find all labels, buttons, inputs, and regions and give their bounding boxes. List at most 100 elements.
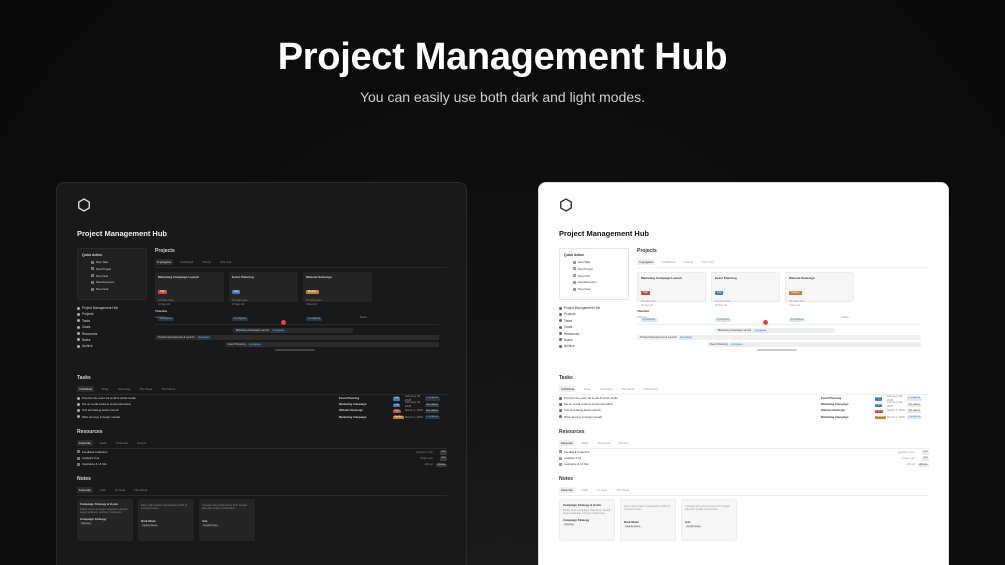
tab-priority[interactable]: Priority bbox=[682, 259, 695, 265]
page-icon bbox=[77, 306, 80, 310]
note-card[interactable]: Increase ads performance from Google Ads… bbox=[199, 499, 255, 542]
tab-in-progress[interactable]: In progress bbox=[155, 259, 173, 265]
checkbox-icon[interactable] bbox=[559, 396, 562, 400]
timeline-bar[interactable]: Product Development & Launch Not started bbox=[155, 335, 439, 340]
tab-ideas[interactable]: Ideas bbox=[98, 440, 109, 446]
timeline-bar[interactable]: Event Planning In progress bbox=[225, 342, 439, 347]
nav-item-hub[interactable]: Project Management Hub bbox=[559, 306, 629, 310]
tab-this-week[interactable]: This Week bbox=[619, 386, 636, 392]
nav-item-projects[interactable]: Projects bbox=[77, 312, 147, 316]
tab-favourite[interactable]: Favourite bbox=[77, 487, 93, 494]
add-icon bbox=[91, 267, 94, 271]
resource-row[interactable]: Inspiration & UI Kits ui8.net Website bbox=[559, 461, 929, 467]
project-card[interactable]: Event Planning Low 1/4 tasks done 25 day… bbox=[711, 272, 780, 322]
nav-item-tasks[interactable]: Tasks bbox=[77, 319, 147, 323]
quick-action-new-goal[interactable]: New Goal bbox=[573, 287, 624, 291]
nav-item-goals[interactable]: Goals bbox=[559, 325, 629, 329]
tab-this-week[interactable]: This Week bbox=[614, 487, 631, 493]
nav-item-resources[interactable]: Resources bbox=[559, 332, 629, 336]
note-text: Dark mode feature requested by 20% of su… bbox=[141, 503, 187, 511]
tab-favourite[interactable]: Favourite bbox=[559, 487, 575, 494]
tab-on-hold[interactable]: On Hold bbox=[113, 487, 127, 493]
timeline-bar[interactable]: Product Development & Launch Not started bbox=[637, 335, 921, 340]
nav-item-archive[interactable]: Archive bbox=[77, 344, 147, 348]
resource-row[interactable]: Inspiration & UI Kits ui8.net Website bbox=[77, 461, 447, 467]
nav-item-goals[interactable]: Goals bbox=[77, 325, 147, 329]
quick-action-new-project[interactable]: New Project bbox=[91, 267, 142, 271]
tab-draft[interactable]: Draft bbox=[98, 487, 108, 493]
tab-favourite[interactable]: Favourite bbox=[77, 439, 93, 446]
timeline-bar[interactable]: Marketing Campaign Launch In progress bbox=[233, 328, 353, 333]
quick-action-new-goal[interactable]: New Goal bbox=[91, 287, 142, 291]
tab-recent[interactable]: Recent bbox=[617, 440, 630, 446]
checkbox-icon[interactable] bbox=[77, 396, 80, 400]
note-title: Campaign Strategy bbox=[80, 517, 107, 522]
quick-action-new-note[interactable]: New Note bbox=[91, 274, 142, 278]
quick-action-new-resource[interactable]: New Resource bbox=[91, 280, 142, 284]
tab-this-week[interactable]: This Week bbox=[132, 487, 149, 493]
tab-unfinished[interactable]: Unfinished bbox=[559, 386, 577, 392]
checkbox-icon[interactable] bbox=[559, 402, 562, 406]
quick-action-new-task[interactable]: New Task bbox=[91, 260, 142, 264]
tab-unfinished[interactable]: Unfinished bbox=[178, 259, 195, 265]
nav-item-notes[interactable]: Notes bbox=[77, 338, 147, 342]
project-card[interactable]: Website Redesign Medium 3/5 tasks done 9… bbox=[785, 272, 854, 322]
timeline-scrollbar[interactable] bbox=[275, 349, 315, 351]
tab-unfinished[interactable]: Unfinished bbox=[77, 386, 95, 392]
nav-item-resources[interactable]: Resources bbox=[77, 332, 147, 336]
tab-recent[interactable]: Recent bbox=[135, 440, 148, 446]
checkbox-icon[interactable] bbox=[559, 415, 562, 419]
tab-to-review[interactable]: To Review bbox=[114, 440, 131, 446]
quick-action-new-resource[interactable]: New Resource bbox=[573, 280, 624, 284]
nav-item-archive[interactable]: Archive bbox=[559, 344, 629, 348]
page-icon bbox=[559, 338, 562, 342]
tab-favourite[interactable]: Favourite bbox=[559, 439, 575, 446]
tab-this-week[interactable]: This Week bbox=[137, 386, 154, 392]
checkbox-icon[interactable] bbox=[77, 402, 80, 406]
task-row[interactable]: Write ad copy & design visuals Marketing … bbox=[77, 414, 447, 420]
tab-upcoming[interactable]: Upcoming bbox=[598, 386, 615, 392]
tab-to-review[interactable]: To Review bbox=[596, 440, 613, 446]
timeline-bar[interactable]: Event Planning In progress bbox=[707, 342, 921, 347]
task-row[interactable]: Write ad copy & design visuals Marketing … bbox=[559, 414, 929, 420]
tab-upcoming[interactable]: Upcoming bbox=[116, 386, 133, 392]
tab-draft[interactable]: Draft bbox=[580, 487, 590, 493]
hero-subtitle: You can easily use both dark and light m… bbox=[359, 89, 646, 105]
tab-ideas[interactable]: Ideas bbox=[580, 440, 591, 446]
tab-today[interactable]: Today bbox=[99, 386, 110, 392]
tab-this-year[interactable]: This Year bbox=[218, 259, 234, 265]
tab-this-year[interactable]: This Year bbox=[700, 259, 716, 265]
quick-action-new-task[interactable]: New Task bbox=[573, 260, 624, 264]
nav-item-notes[interactable]: Notes bbox=[559, 338, 629, 342]
timeline-scrollbar[interactable] bbox=[757, 349, 797, 351]
project-card[interactable]: Marketing Campaign Launch High 2/5 tasks… bbox=[155, 272, 224, 321]
add-icon bbox=[91, 260, 94, 264]
project-card[interactable]: Marketing Campaign Launch High 2/5 tasks… bbox=[637, 272, 706, 322]
tab-in-progress[interactable]: In progress bbox=[637, 259, 655, 265]
note-text: Increase ads performance from Google Ads… bbox=[202, 503, 248, 511]
tab-unfinished[interactable]: Unfinished bbox=[660, 259, 677, 265]
nav-item-tasks[interactable]: Tasks bbox=[559, 319, 629, 323]
quick-action-new-note[interactable]: New Note bbox=[573, 274, 624, 278]
quick-action-new-project[interactable]: New Project bbox=[573, 267, 624, 271]
timeline-bar[interactable]: Marketing Campaign Launch In progress bbox=[715, 328, 835, 333]
checkbox-icon[interactable] bbox=[77, 415, 80, 419]
note-card[interactable]: Campaign Strategy & Goals Define clear c… bbox=[559, 499, 615, 542]
checkbox-icon[interactable] bbox=[77, 408, 80, 412]
tab-on-hold[interactable]: On Hold bbox=[595, 487, 609, 493]
tab-this-month[interactable]: This Month bbox=[641, 386, 659, 392]
nav-item-hub[interactable]: Project Management Hub bbox=[77, 306, 147, 310]
notes-section: Notes Favourite Draft On Hold This Week … bbox=[77, 476, 447, 542]
tab-priority[interactable]: Priority bbox=[200, 259, 213, 265]
project-card[interactable]: Event Planning Low 1/4 tasks done 25 day… bbox=[229, 272, 298, 321]
checkbox-icon[interactable] bbox=[559, 408, 562, 412]
note-card[interactable]: Dark mode feature requested by 20% of su… bbox=[138, 499, 194, 542]
note-card[interactable]: Dark mode feature requested by 20% of su… bbox=[620, 499, 676, 542]
page-icon bbox=[559, 332, 562, 336]
note-card[interactable]: Increase ads performance from Google Ads… bbox=[681, 499, 737, 542]
tab-this-month[interactable]: This Month bbox=[159, 386, 177, 392]
project-card[interactable]: Website Redesign Medium 3/5 tasks done 9… bbox=[303, 272, 372, 321]
note-card[interactable]: Campaign Strategy & Goals Define clear c… bbox=[77, 499, 133, 542]
tab-today[interactable]: Today bbox=[581, 386, 592, 392]
nav-item-projects[interactable]: Projects bbox=[559, 312, 629, 316]
